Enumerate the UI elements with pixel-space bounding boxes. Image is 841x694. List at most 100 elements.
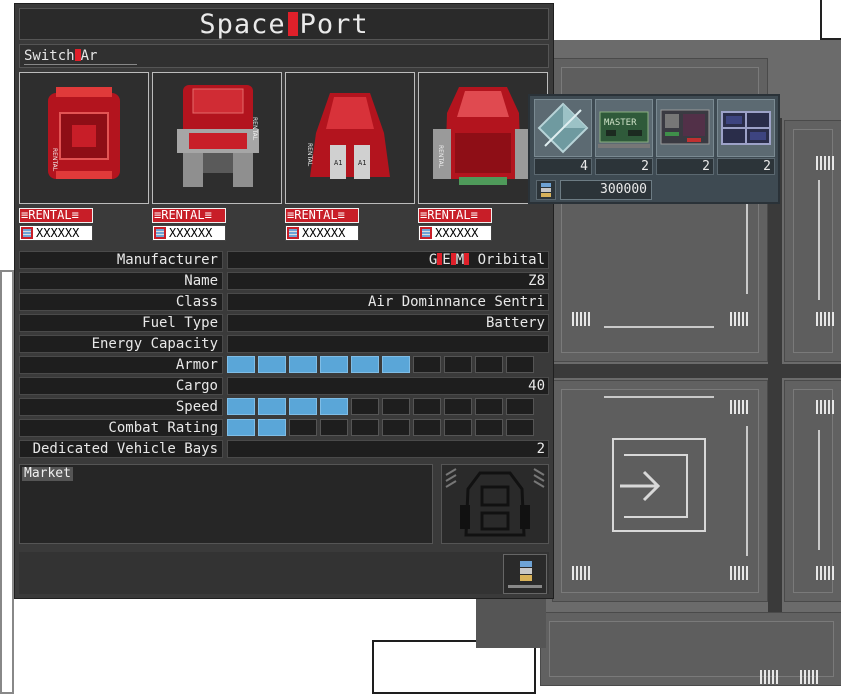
rental-id-field: XXXXXX [152, 225, 226, 241]
bar-segment-filled [289, 356, 317, 373]
inventory-slot-1[interactable] [534, 99, 592, 157]
svg-text:RENTAL: RENTAL [51, 148, 58, 172]
item-count: 4 [534, 158, 592, 175]
svg-text:A1: A1 [334, 159, 342, 167]
solar-panel-icon [721, 111, 771, 145]
floor-grate [572, 312, 590, 326]
svg-text:A1: A1 [358, 159, 366, 167]
stat-label: Name [19, 272, 223, 290]
ship-card-1[interactable]: RENTAL [19, 72, 149, 204]
floor-grate [730, 312, 748, 326]
stat-label: Combat Rating [19, 419, 223, 437]
bar-segment-filled [320, 398, 348, 415]
bar-segment-empty [289, 419, 317, 436]
ship-silhouette-icon [445, 468, 545, 537]
bar-segment-empty [506, 398, 534, 415]
svg-text:RENTAL: RENTAL [437, 145, 444, 169]
floor-grate [816, 156, 834, 170]
stat-class: Class Air Dominnance Sentri [19, 293, 549, 311]
bar-segment-empty [413, 398, 441, 415]
wall-right-top [820, 0, 841, 40]
stat-manufacturer: Manufacturer GEM Oribital [19, 251, 549, 269]
bar-segment-filled [227, 398, 255, 415]
red-divider [464, 253, 470, 265]
bar-segment-empty [444, 356, 472, 373]
rental-label: ≡RENTAL≡ [152, 208, 226, 223]
stat-combat-rating: Combat Rating [19, 419, 549, 437]
inventory-button[interactable] [503, 554, 547, 594]
item-count: 2 [656, 158, 714, 175]
master-chip-icon: MASTER [598, 111, 650, 148]
bar-segment-filled [227, 419, 255, 436]
inventory-slot-3[interactable] [656, 99, 714, 157]
bar-segment-filled [289, 398, 317, 415]
stat-fuel-type: Fuel Type Battery [19, 314, 549, 332]
wall-bottom-left [372, 640, 536, 694]
inventory-icon [508, 561, 542, 588]
rental-label: ≡RENTAL≡ [19, 208, 93, 223]
stat-value [227, 335, 549, 353]
switch-label-b: Ar [80, 48, 98, 64]
circuit-board-icon [660, 109, 710, 145]
rental-tag-4: ≡RENTAL≡ XXXXXX [418, 208, 492, 241]
bar-segment-filled [351, 356, 379, 373]
ship-card-2[interactable]: RENTAL [152, 72, 282, 204]
manufacturer-part: E [442, 252, 451, 268]
market-ship-slot[interactable] [441, 464, 549, 544]
bar-segment-empty [413, 419, 441, 436]
exit-door[interactable] [612, 438, 706, 532]
bar-segment-filled [382, 356, 410, 373]
stat-value: GEM Oribital [227, 251, 549, 269]
floor-grate [816, 312, 834, 326]
svg-text:RENTAL: RENTAL [251, 117, 258, 141]
manufacturer-part: M [455, 252, 465, 268]
stat-value: Air Dominnance Sentri [227, 293, 549, 311]
title-divider [287, 11, 298, 36]
stat-armor: Armor [19, 356, 549, 374]
stat-value: Z8 [227, 272, 549, 290]
market-label: Market [22, 466, 73, 481]
rental-id-text: XXXXXX [302, 226, 346, 240]
bar-segment-empty [320, 419, 348, 436]
spaceport-window: Space Port Switch Ar RENTAL RENTAL A1 A1… [14, 3, 554, 599]
wall-left [0, 270, 14, 694]
armor-bar [227, 356, 549, 374]
stat-label: Fuel Type [19, 314, 223, 332]
rental-tag-3: ≡RENTAL≡ XXXXXX [285, 208, 359, 241]
ship-sprite-3-icon: A1 A1 RENTAL [306, 93, 390, 179]
switch-bar[interactable]: Switch Ar [19, 44, 549, 68]
id-card-icon [154, 227, 166, 239]
stat-label: Cargo [19, 377, 223, 395]
exit-arrow-icon [620, 470, 661, 502]
bar-segment-empty [351, 398, 379, 415]
inventory-slot-2[interactable]: MASTER [595, 99, 653, 157]
bar-segment-empty [413, 356, 441, 373]
bar-segment-empty [506, 419, 534, 436]
stat-label: Speed [19, 398, 223, 416]
bar-segment-empty [382, 419, 410, 436]
floor-grate [730, 566, 748, 580]
title-text-space: Space [199, 8, 286, 40]
bar-segment-filled [320, 356, 348, 373]
ship-card-3[interactable]: A1 A1 RENTAL [285, 72, 415, 204]
bar-segment-filled [227, 356, 255, 373]
rental-tag-2: ≡RENTAL≡ XXXXXX [152, 208, 226, 241]
bar-segment-filled [258, 398, 286, 415]
master-chip-label: MASTER [604, 118, 637, 128]
id-card-icon [21, 227, 33, 239]
rental-id-field: XXXXXX [285, 225, 359, 241]
floor-grate [800, 670, 818, 684]
switch-field[interactable]: Switch Ar [24, 48, 138, 65]
bar-segment-empty [475, 398, 503, 415]
ramp [476, 598, 546, 648]
ship-sprite-2-icon: RENTAL [177, 85, 259, 187]
bar-segment-empty [475, 356, 503, 373]
stat-energy-capacity: Energy Capacity [19, 335, 549, 353]
floor-grate [730, 400, 748, 414]
crystal-icon [537, 102, 589, 154]
market-panel[interactable]: Market [19, 464, 433, 544]
stat-speed: Speed [19, 398, 549, 416]
stat-cargo: Cargo 40 [19, 377, 549, 395]
stat-label: Dedicated Vehicle Bays [19, 440, 223, 458]
inventory-slot-4[interactable] [717, 99, 775, 157]
